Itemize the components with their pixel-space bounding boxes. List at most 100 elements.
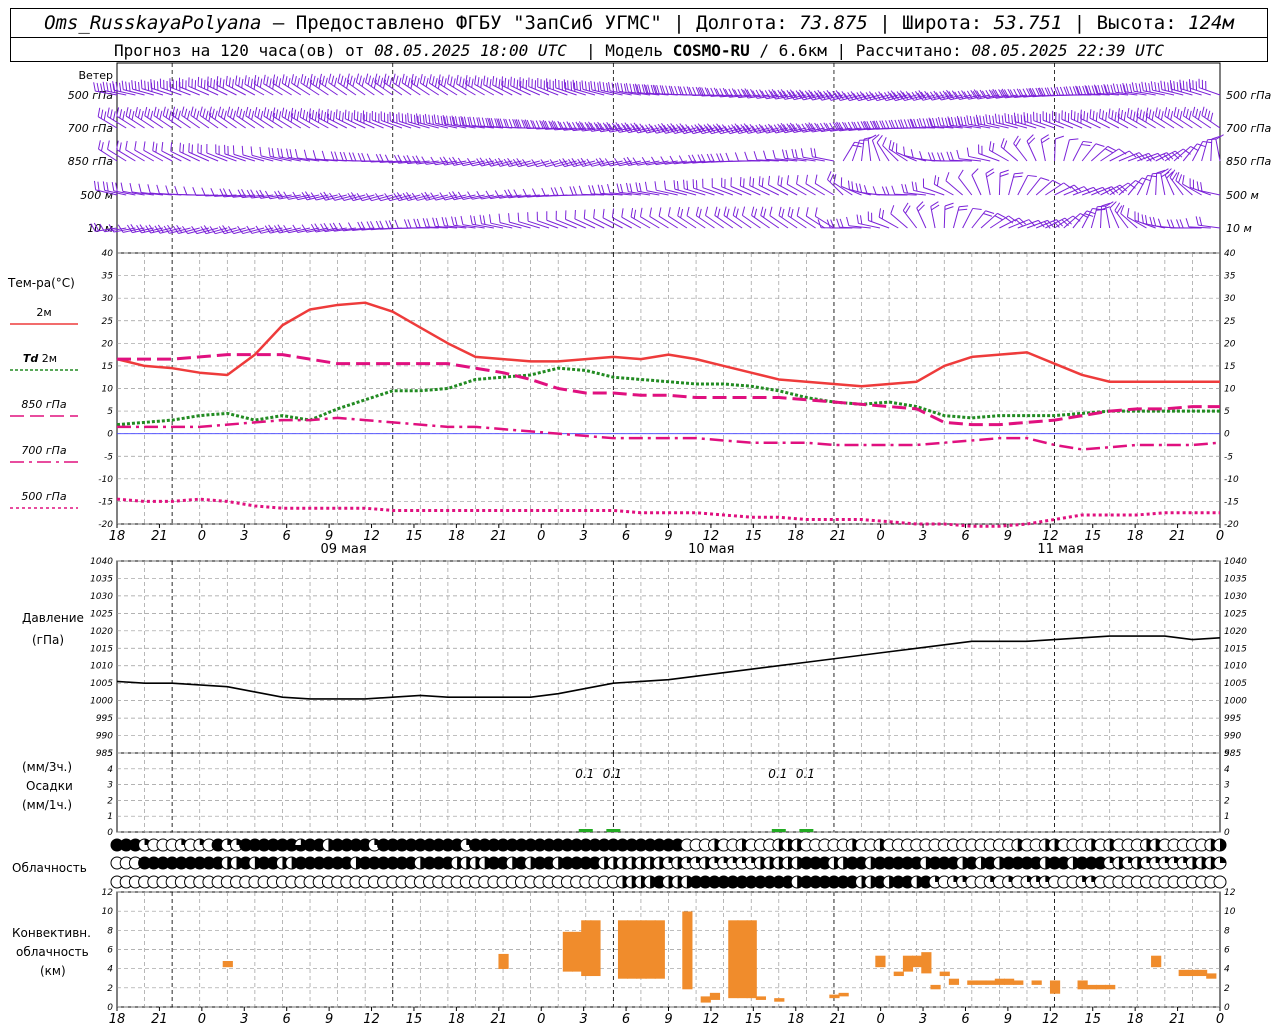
wind-barb-feather [1070,109,1073,120]
wind-barb-feather [1154,81,1157,92]
wind-barb-feather [927,152,932,161]
wind-barb-feather [174,108,179,118]
wind-barb-feather [1163,81,1166,91]
wind-barb-feather [179,142,181,152]
wind-barb-feather [1069,138,1079,141]
wind-barb-feather [340,75,344,85]
wind-barb-shaft [125,149,145,162]
wind-barb-feather [1131,82,1135,92]
cloud-symbol [1213,875,1227,889]
wind-barb-feather [344,109,347,119]
wind-barb-feather [236,106,240,116]
date-label: 11 мая [1037,542,1083,557]
wind-barb-feather [446,115,449,125]
temp-y-tick-label: -5 [104,452,113,462]
wind-level-label: 500 гПа [1226,89,1272,102]
wind-barb-feather [1152,217,1157,227]
wind-barb-feather [760,206,764,216]
wind-barb-feather [958,169,964,178]
prec-y-tick-label: 4 [107,765,113,775]
wind-barb-feather [1123,111,1127,121]
meteogram-chart: 18 21 0 3 6 9 12 15 18 21 0 3 6 9 12 15 18 21 0 3 6 9 12 15 18 21… [7,62,1272,1024]
wind-barb-feather [103,111,107,121]
precip-value-label: 0.1 [575,767,594,781]
wind-barb-feather [229,108,234,118]
pres-y-tick-label: 990 [96,732,113,742]
wind-barb-feather [1082,85,1087,95]
wind-barb-feather [891,141,895,151]
wind-barb-feather [1101,110,1105,120]
wind-barb-feather [125,81,128,91]
convective-bar [939,971,950,977]
wind-barb-shaft [668,215,688,229]
temp-y-tick-label: 10 [102,385,114,395]
prec-y-tick-label: 2 [1224,796,1230,806]
pres-y-tick-label: 1035 [90,574,113,584]
wind-barb-feather [1182,175,1185,185]
wind-barb-shaft [143,149,164,162]
wind-barb-feather [352,77,356,87]
wind-barb-feather [872,186,877,195]
wind-barb-feather [597,184,602,194]
wind-barb-feather [1119,84,1123,94]
x-tick-label: 12 [363,1012,380,1024]
x-tick-label: 3 [580,1012,588,1024]
wind-barb-feather [763,208,767,218]
convective-bar [948,978,960,985]
wind-barb-feather [859,183,863,193]
wind-barb-feather [451,216,455,226]
wind-barb-feather [404,75,408,85]
wind-barb-feather [620,83,624,93]
wind-barb-feather [973,116,976,126]
wind-barb-feather [241,145,244,155]
wind-barb-feather [1020,114,1023,124]
wind-barb-feather [140,110,144,120]
wind-barb-feather [131,110,135,120]
wind-barb-feather [477,77,480,87]
wind-barb-feather [593,209,596,219]
wind-barb-feather [593,81,596,91]
x-tick-label: 6 [622,1012,630,1024]
wind-barb-feather [1083,111,1086,121]
pres-y-tick-label: 1025 [90,609,113,619]
conv-y-tick-label: 2 [1224,984,1230,994]
wind-barb-feather [847,180,850,190]
wind-barb-feather [174,185,179,195]
wind-barb-feather [203,79,206,89]
x-tick-label: 9 [1004,529,1012,544]
conv-y-tick-label: 6 [107,946,113,956]
wind-barb-feather [128,109,132,119]
wind-barb-feather [109,109,113,119]
x-tick-label: 3 [580,529,588,544]
wind-barb-feather [296,111,300,121]
convective-bar [654,920,665,979]
wind-barb-feather [814,207,818,217]
wind-barb-feather [225,75,228,85]
wind-barb-feather [263,74,266,84]
x-tick-label: 15 [745,1012,762,1024]
wind-barb-feather [944,117,949,127]
wind-barb-feather [966,147,970,157]
wind-barb-feather [1081,144,1091,147]
conv-y-tick-label: 6 [1224,946,1230,956]
wind-barb-feather [463,116,467,126]
wind-barb-feather [467,117,471,127]
wind-barb-feather [855,183,859,193]
wind-barb-shaft [1035,180,1053,196]
wind-barb-feather [449,116,453,126]
wind-barb-feather [403,219,408,229]
wind-barb-feather [1100,85,1105,95]
wind-barb-feather [238,77,241,87]
wind-barb-feather [460,215,464,225]
wind-barb-feather [153,106,157,116]
convective-bar [1178,969,1189,977]
wind-barb-feather [321,150,326,160]
wind-barb-feather [269,111,273,121]
wind-barb-feather [829,173,835,183]
temp-y-tick-label: 35 [1224,272,1236,282]
wind-barb-feather [517,212,520,222]
wind-barb-feather [644,181,648,191]
wind-barb-feather [165,185,170,195]
convective-bar [682,911,693,990]
wind-barb-feather [407,219,412,229]
